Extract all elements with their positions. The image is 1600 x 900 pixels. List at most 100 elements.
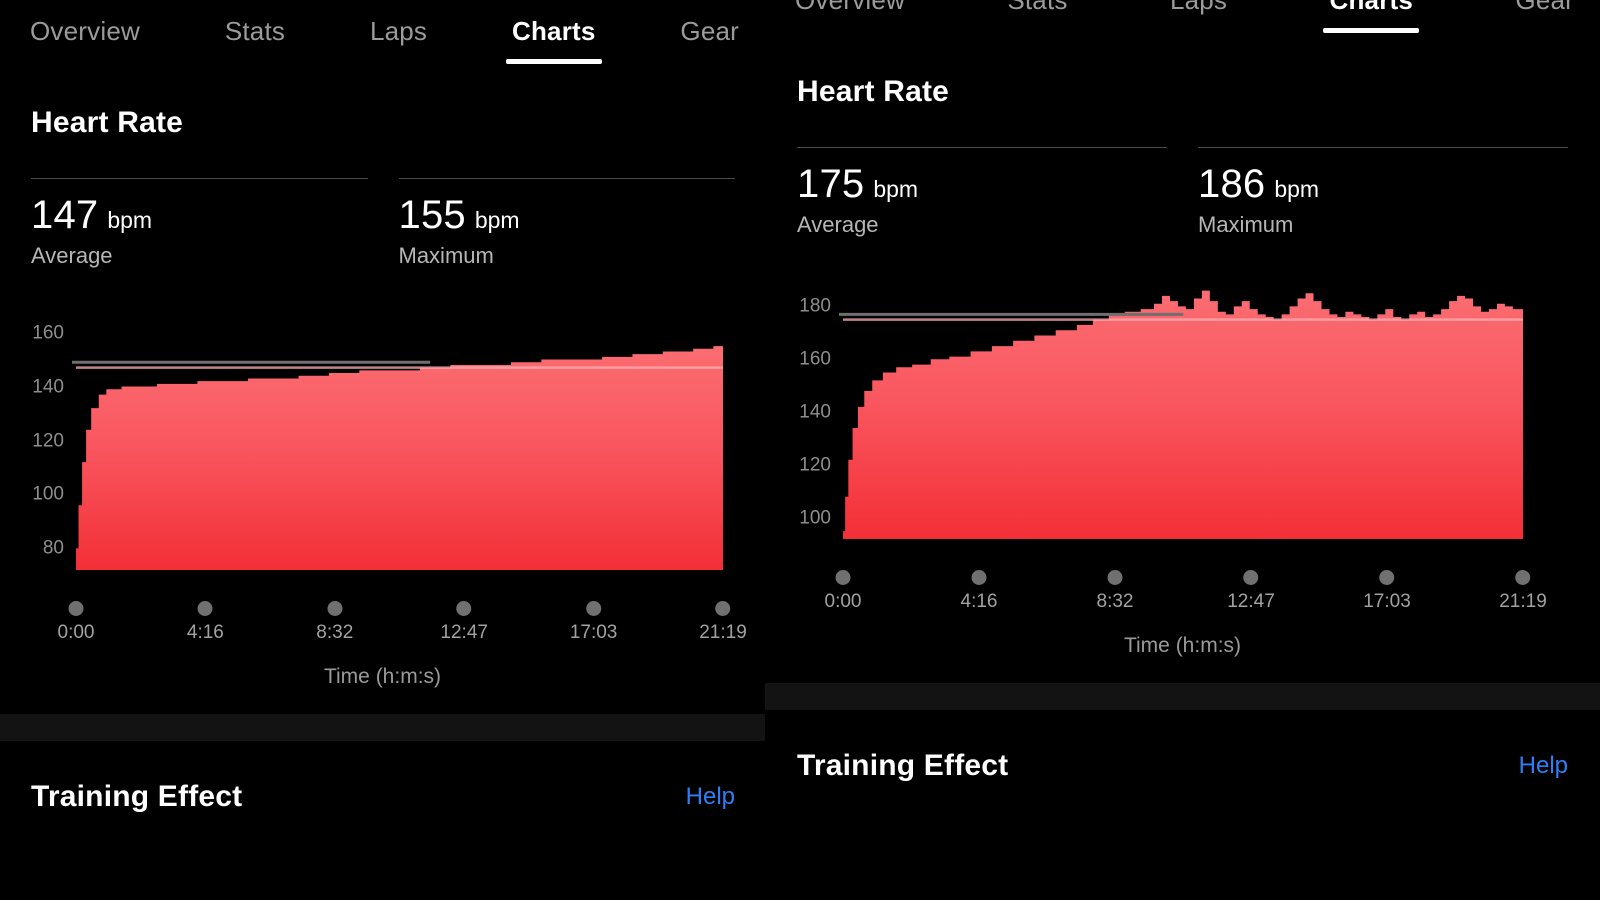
stat-value: 147 xyxy=(31,193,99,237)
x-axis-tick-dot-icon xyxy=(1243,570,1259,585)
x-axis-tick-label: 17:03 xyxy=(1363,591,1411,612)
x-axis-tick-dot-icon xyxy=(1515,570,1531,585)
tab-label: Laps xyxy=(1169,0,1228,15)
x-axis-tick-label: 4:16 xyxy=(186,622,224,643)
x-axis-tick-dot-icon xyxy=(68,601,84,616)
x-axis-tick-label: 21:19 xyxy=(699,622,747,643)
x-axis-tick: 8:32 xyxy=(1096,570,1134,612)
spacer xyxy=(765,656,1600,683)
stat-label: Average xyxy=(797,212,879,237)
dual-panel-screenshot: Overview Stats Laps Charts Gear Heart Ra… xyxy=(0,0,1600,900)
chart-x-axis: 0:00 4:16 8:32 12:47 17:03 21:19 xyxy=(0,593,765,655)
tab-overview[interactable]: Overview xyxy=(795,0,905,13)
x-axis-tick-dot-icon xyxy=(1379,570,1395,585)
training-effect-help-link[interactable]: Help xyxy=(1519,752,1568,780)
tab-charts[interactable]: Charts xyxy=(1323,0,1420,33)
tab-label: Stats xyxy=(1007,0,1068,15)
heart-rate-chart[interactable]: 160 140 120 100 80 xyxy=(0,293,765,593)
y-axis-tick-label: 80 xyxy=(42,537,64,559)
x-axis-tick: 8:32 xyxy=(316,601,353,642)
heart-rate-stats-row: 175 bpm Average 186 bpm Maximum xyxy=(765,147,1600,236)
stat-label: Maximum xyxy=(398,243,494,268)
x-axis-tick-dot-icon xyxy=(586,601,602,616)
panel-right: Overview Stats Laps Charts Gear Heart Ra… xyxy=(765,0,1600,900)
training-effect-help-link[interactable]: Help xyxy=(686,783,735,811)
tab-gear[interactable]: Gear xyxy=(680,0,739,44)
y-axis-tick-label: 180 xyxy=(799,295,831,317)
training-effect-title: Training Effect xyxy=(31,780,243,813)
stat-value: 175 xyxy=(797,162,865,206)
y-axis-tick-label: 100 xyxy=(799,507,831,529)
stat-unit: bpm xyxy=(1274,176,1320,202)
section-separator-band xyxy=(765,683,1600,710)
y-axis-tick-label: 120 xyxy=(32,430,64,451)
y-axis-tick-label: 140 xyxy=(32,376,64,398)
section-separator-band xyxy=(0,714,765,741)
tab-active-underline xyxy=(505,59,602,64)
x-axis-tick-label: 4:16 xyxy=(960,591,998,612)
x-axis-tick: 12:47 xyxy=(1227,570,1275,611)
training-effect-row: Training Effect Help xyxy=(765,714,1600,818)
tab-charts[interactable]: Charts xyxy=(505,0,602,64)
x-axis-tick-dot-icon xyxy=(971,570,987,585)
tab-laps[interactable]: Laps xyxy=(370,0,427,44)
y-axis-tick-label: 140 xyxy=(799,401,831,423)
x-axis-tick-dot-icon xyxy=(456,601,472,616)
stat-label: Maximum xyxy=(1198,212,1294,237)
x-axis-title: Time (h:m:s) xyxy=(1123,634,1242,657)
stat-unit: bpm xyxy=(873,176,919,202)
training-effect-row: Training Effect Help xyxy=(0,745,765,849)
x-axis-tick-dot-icon xyxy=(835,570,851,585)
x-axis-tick-label: 0:00 xyxy=(824,591,862,612)
x-axis-tick-dot-icon xyxy=(197,601,213,616)
stat-average: 147 bpm Average xyxy=(31,178,368,267)
stat-value: 186 xyxy=(1198,162,1266,206)
tab-bar-left: Overview Stats Laps Charts Gear xyxy=(0,0,765,78)
tab-label: Charts xyxy=(1329,0,1414,15)
x-axis-tick: 17:03 xyxy=(570,601,617,642)
stat-unit: bpm xyxy=(107,207,153,233)
x-axis-tick-label: 8:32 xyxy=(316,622,354,643)
heart-rate-chart-block: 160 140 120 100 80 0:00 4:16 8:32 12:47 17:03 21:… xyxy=(0,293,765,687)
x-axis-tick-dot-icon xyxy=(327,601,343,616)
tab-label: Stats xyxy=(224,16,286,46)
tab-laps[interactable]: Laps xyxy=(1170,0,1227,13)
x-axis-tick: 21:19 xyxy=(699,601,747,642)
tab-stats[interactable]: Stats xyxy=(225,0,285,44)
heart-rate-chart-block: 180 160 140 120 100 0:00 4:16 8:32 12:47 17:03 21… xyxy=(765,262,1600,656)
section-title-heart-rate: Heart Rate xyxy=(797,75,950,108)
y-axis-tick-label: 160 xyxy=(32,322,64,344)
heart-rate-stats-row: 147 bpm Average 155 bpm Maximum xyxy=(0,178,765,267)
stat-unit: bpm xyxy=(474,207,520,233)
tab-overview[interactable]: Overview xyxy=(30,0,140,44)
section-title-heart-rate: Heart Rate xyxy=(31,106,184,139)
x-axis-title: Time (h:m:s) xyxy=(323,665,442,688)
x-axis-tick: 12:47 xyxy=(440,601,488,642)
stat-average: 175 bpm Average xyxy=(797,147,1167,236)
x-axis-tick: 17:03 xyxy=(1363,570,1411,611)
x-axis-tick: 4:16 xyxy=(960,570,998,612)
tab-label: Overview xyxy=(30,16,140,46)
tab-gear[interactable]: Gear xyxy=(1515,0,1574,13)
stat-maximum: 155 bpm Maximum xyxy=(398,178,735,268)
y-axis-tick-label: 160 xyxy=(799,348,831,370)
x-axis-tick-label: 12:47 xyxy=(1227,591,1275,612)
x-axis-tick: 0:00 xyxy=(57,601,95,643)
tab-bar-right: Overview Stats Laps Charts Gear xyxy=(765,0,1600,47)
stat-value: 155 xyxy=(398,193,466,237)
tab-label: Gear xyxy=(680,16,740,46)
tab-label: Gear xyxy=(1515,0,1575,15)
x-axis-tick: 21:19 xyxy=(1499,570,1547,611)
x-axis-tick-label: 8:32 xyxy=(1096,591,1134,612)
tab-stats[interactable]: Stats xyxy=(1007,0,1067,13)
tab-label: Charts xyxy=(511,16,596,46)
tab-label: Laps xyxy=(369,16,428,46)
x-axis-tick-label: 0:00 xyxy=(57,622,95,643)
spacer xyxy=(0,687,765,714)
panel-left: Overview Stats Laps Charts Gear Heart Ra… xyxy=(0,0,765,900)
x-axis-tick: 0:00 xyxy=(824,570,862,612)
tab-active-underline xyxy=(1323,28,1420,33)
x-axis-tick-dot-icon xyxy=(1107,570,1123,585)
x-axis-tick-label: 21:19 xyxy=(1499,591,1547,612)
heart-rate-chart[interactable]: 180 160 140 120 100 xyxy=(765,262,1600,562)
